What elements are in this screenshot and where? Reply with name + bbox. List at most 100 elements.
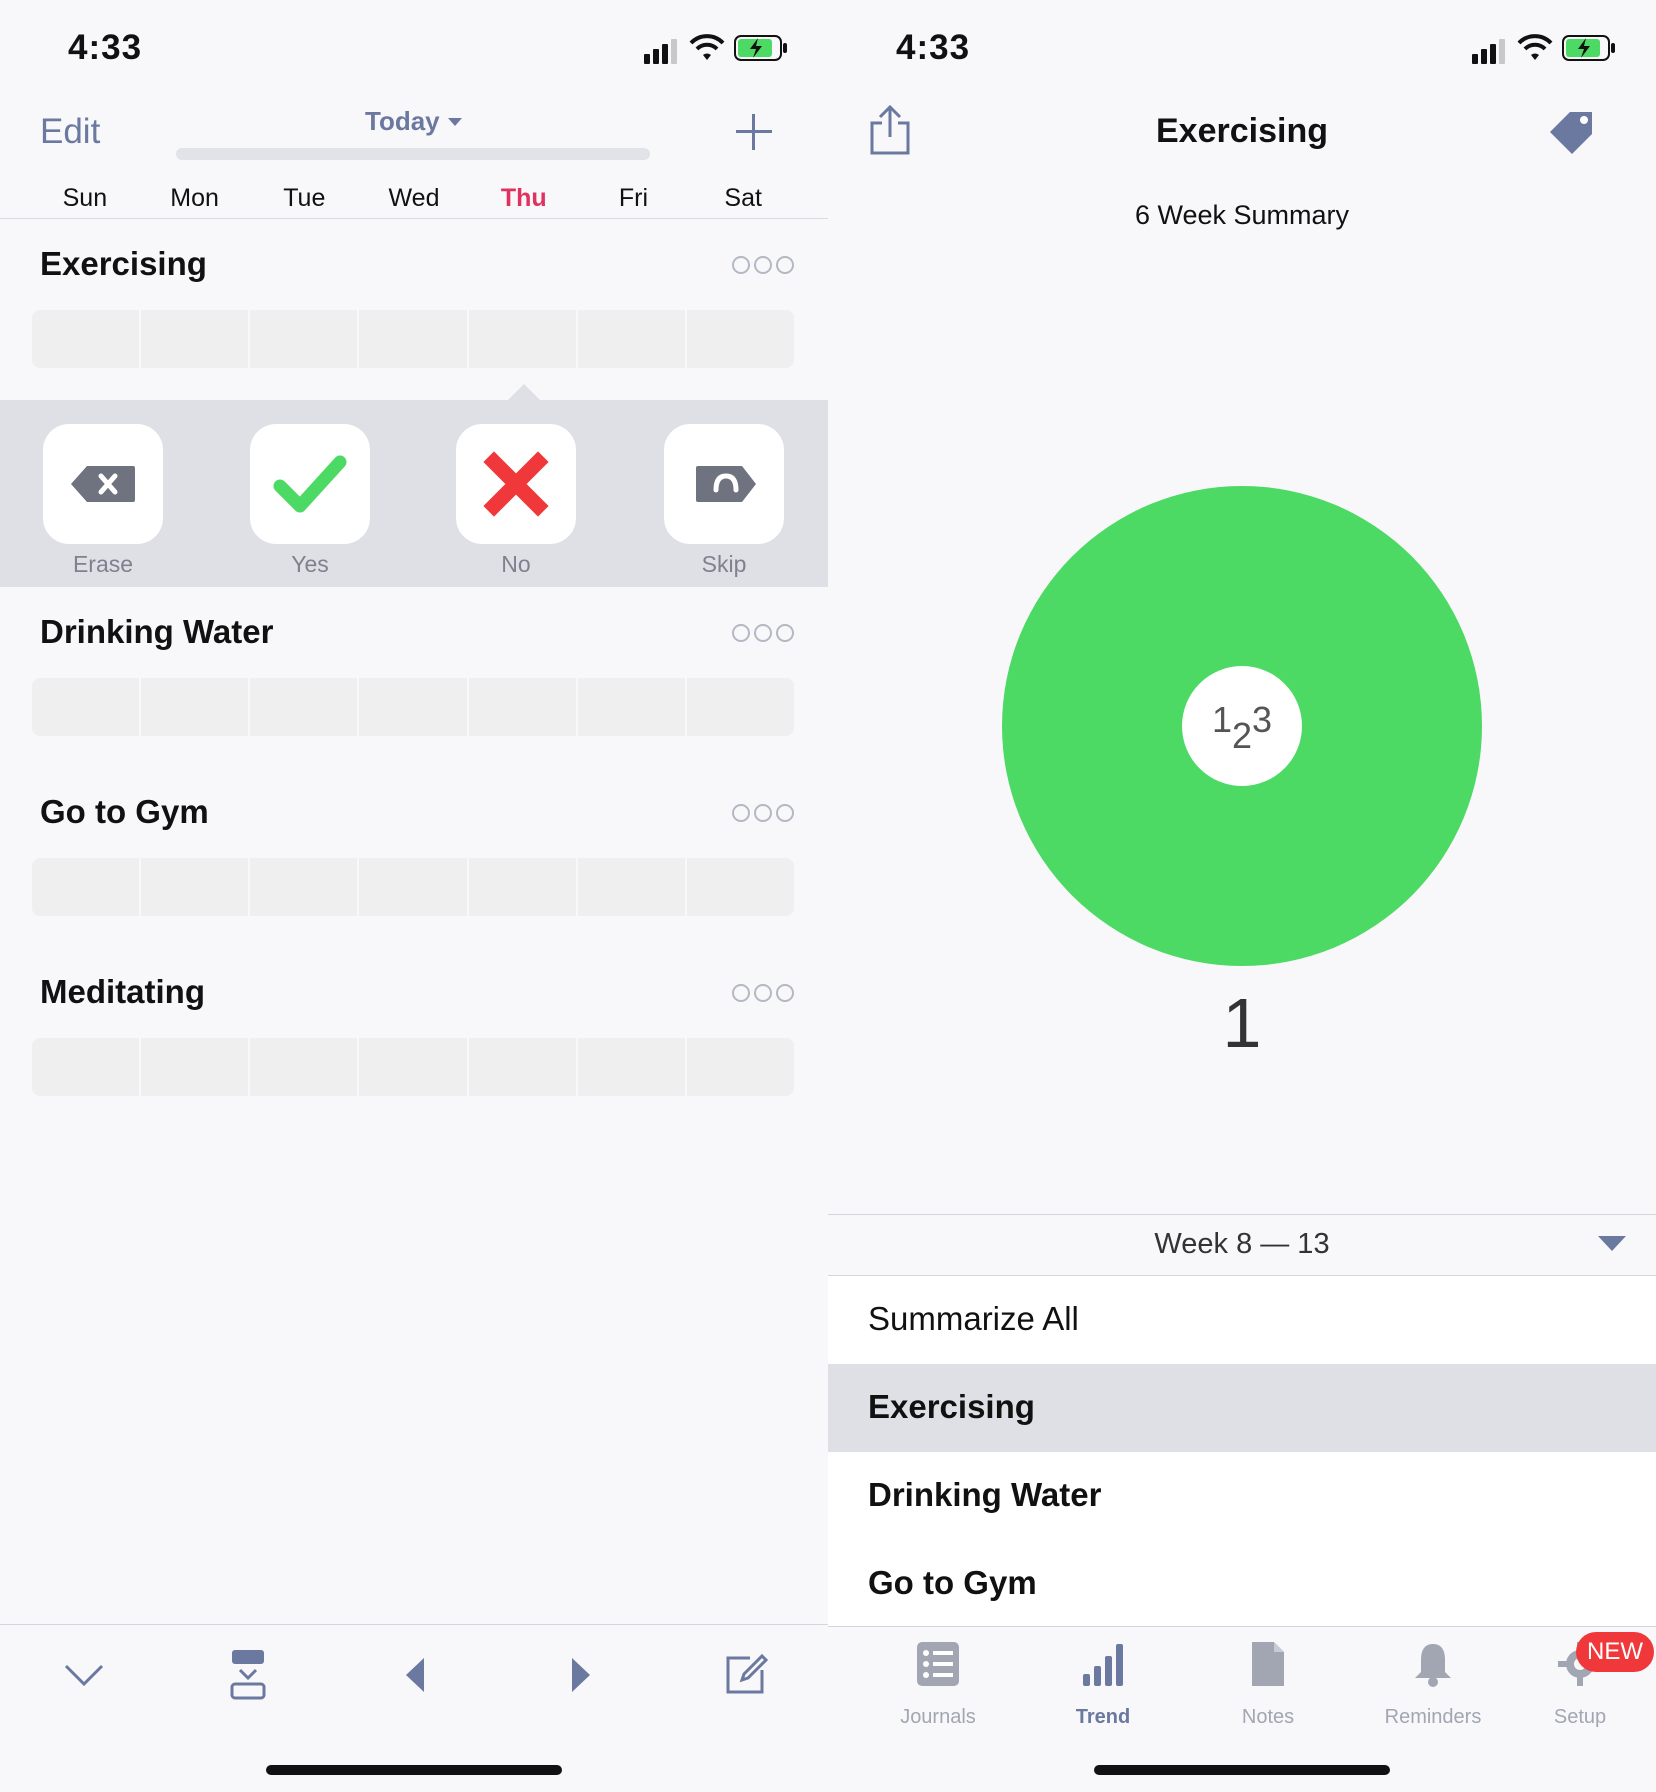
list-item-drinking-water[interactable]: Drinking Water (828, 1452, 1656, 1541)
x-icon (483, 451, 549, 517)
habit-week-grid (32, 1038, 794, 1096)
picker-pointer (508, 384, 540, 400)
habit-day-cell[interactable] (578, 858, 687, 916)
weekday-sat: Sat (724, 184, 762, 212)
collapse-rows-icon[interactable] (228, 1648, 268, 1700)
habit-day-cell[interactable] (469, 678, 578, 736)
edit-button[interactable]: Edit (40, 112, 100, 152)
signal-bar (1499, 39, 1505, 64)
habit-day-cell[interactable] (578, 1038, 687, 1096)
signal-icon (1472, 54, 1478, 64)
habit-day-cell[interactable] (141, 1038, 251, 1096)
chevron-down-icon[interactable] (62, 1660, 106, 1690)
weekday-fri: Fri (618, 184, 649, 212)
habit-day-cell[interactable] (687, 858, 794, 916)
habit-week-grid (32, 858, 794, 916)
tab-label: Notes (1241, 1706, 1295, 1728)
habit-day-cell[interactable] (32, 310, 142, 368)
habit-title-go-to-gym[interactable]: Go to Gym (40, 793, 209, 831)
habit-day-cell[interactable] (359, 1038, 469, 1096)
habit-day-cell[interactable] (469, 858, 578, 916)
more-options-icon[interactable] (732, 984, 798, 1008)
trend-icon (1083, 1644, 1123, 1686)
tab-label: Journals (900, 1706, 976, 1728)
habit-day-cell[interactable] (469, 310, 578, 368)
habit-day-cell[interactable] (687, 310, 794, 368)
wifi-icon (689, 34, 725, 60)
tab-label: Reminders (1384, 1706, 1482, 1728)
list-item-go-to-gym[interactable]: Go to Gym (828, 1540, 1656, 1629)
tab-label: Trend (1075, 1706, 1131, 1728)
habit-day-cell[interactable] (469, 1038, 578, 1096)
habit-day-cell[interactable] (359, 310, 469, 368)
signal-bar (662, 44, 668, 64)
divider (0, 218, 828, 219)
slice-value-label: 1 (1222, 984, 1262, 1062)
skip-icon (696, 466, 756, 502)
status-icons (1472, 34, 1622, 64)
weekday-wed: Wed (388, 184, 440, 212)
list-item-label: Summarize All (868, 1300, 1079, 1337)
wifi-icon (1517, 34, 1553, 60)
journals-icon (917, 1642, 959, 1686)
trend-screen: 4:33 Exercising 6 Week Summary 123 1 Wee… (828, 0, 1656, 1792)
summary-title: 6 Week Summary (1134, 200, 1350, 230)
list-item-label: Drinking Water (868, 1476, 1102, 1513)
habit-day-cell[interactable] (32, 1038, 142, 1096)
yes-label: Yes (291, 551, 329, 577)
chevron-down-icon (448, 118, 462, 126)
habit-week-grid (32, 310, 794, 368)
list-item-label: Go to Gym (868, 1564, 1037, 1601)
habit-day-cell[interactable] (359, 678, 469, 736)
list-item-exercising[interactable]: Exercising (828, 1364, 1656, 1453)
weekday-header: Sun Mon Tue Wed Thu Fri Sat (30, 184, 798, 220)
habit-title-meditating[interactable]: Meditating (40, 973, 205, 1011)
more-options-icon[interactable] (732, 624, 798, 648)
checkmark-icon (273, 455, 347, 513)
erase-icon (71, 466, 135, 502)
habit-title-exercising[interactable]: Exercising (40, 245, 207, 283)
date-scrubber[interactable] (176, 148, 650, 160)
list-item-summarize-all[interactable]: Summarize All (828, 1276, 1656, 1365)
status-icons (644, 34, 794, 64)
tag-icon[interactable] (1548, 108, 1598, 156)
erase-button[interactable] (43, 424, 163, 544)
battery-icon (734, 35, 787, 61)
habit-day-cell[interactable] (141, 310, 251, 368)
compose-icon[interactable] (724, 1652, 768, 1696)
habit-day-cell[interactable] (359, 858, 469, 916)
no-button[interactable] (456, 424, 576, 544)
habit-day-cell[interactable] (32, 678, 142, 736)
add-habit-button[interactable] (732, 110, 776, 154)
today-button[interactable]: Today (365, 106, 440, 137)
habit-day-cell[interactable] (578, 310, 687, 368)
habit-day-cell[interactable] (250, 678, 360, 736)
habit-day-cell[interactable] (250, 1038, 360, 1096)
yes-button[interactable] (250, 424, 370, 544)
more-options-icon[interactable] (732, 804, 798, 828)
habit-day-cell[interactable] (250, 858, 360, 916)
status-time: 4:33 (68, 28, 143, 67)
habit-day-cell[interactable] (32, 858, 142, 916)
home-indicator (266, 1765, 562, 1775)
bell-icon (1415, 1644, 1451, 1687)
today-screen: 4:33 Edit Today Sun Mon Tue Wed Thu Fri … (0, 0, 828, 1792)
skip-button[interactable] (664, 424, 784, 544)
chevron-down-icon[interactable] (1598, 1236, 1626, 1251)
previous-week-icon[interactable] (402, 1656, 430, 1694)
habit-day-cell[interactable] (687, 1038, 794, 1096)
next-week-icon[interactable] (566, 1656, 594, 1694)
habit-day-cell[interactable] (687, 678, 794, 736)
home-indicator (1094, 1765, 1390, 1775)
habit-day-cell[interactable] (250, 310, 360, 368)
more-options-icon[interactable] (732, 256, 798, 280)
weekday-tue: Tue (283, 184, 326, 212)
habit-day-cell[interactable] (141, 858, 251, 916)
habit-day-cell[interactable] (578, 678, 687, 736)
habit-title-drinking-water[interactable]: Drinking Water (40, 613, 273, 651)
no-label: No (501, 551, 531, 577)
notes-icon (1252, 1642, 1284, 1686)
status-time: 4:33 (896, 28, 971, 67)
signal-bar (671, 39, 677, 64)
habit-day-cell[interactable] (141, 678, 251, 736)
